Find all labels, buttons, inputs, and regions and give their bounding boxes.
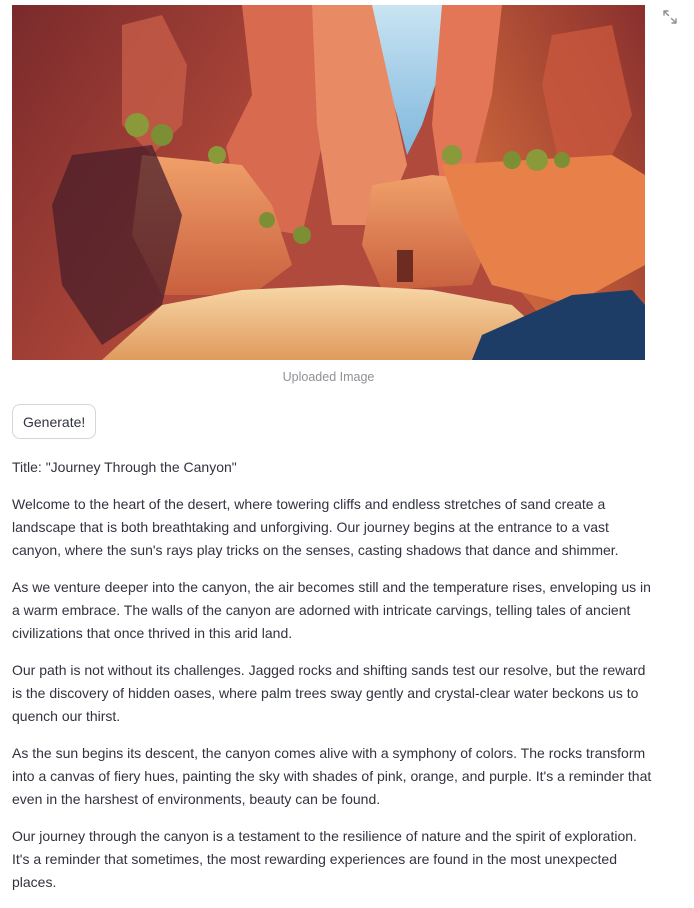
generated-story: Title: "Journey Through the Canyon" Welc… bbox=[12, 456, 652, 908]
canyon-illustration bbox=[12, 5, 645, 360]
fullscreen-expand-icon[interactable] bbox=[661, 8, 679, 26]
story-paragraph: Our path is not without its challenges. … bbox=[12, 662, 646, 724]
story-paragraph: Welcome to the heart of the desert, wher… bbox=[12, 496, 619, 558]
fullscreen-expand-glyph bbox=[663, 10, 677, 24]
uploaded-image bbox=[12, 5, 645, 360]
generate-button[interactable]: Generate! bbox=[12, 404, 97, 439]
image-caption: Uploaded Image bbox=[282, 370, 375, 384]
story-paragraph: As the sun begins its descent, the canyo… bbox=[12, 745, 652, 807]
story-title: Title: "Journey Through the Canyon" bbox=[12, 459, 237, 475]
story-paragraph: As we venture deeper into the canyon, th… bbox=[12, 579, 651, 641]
